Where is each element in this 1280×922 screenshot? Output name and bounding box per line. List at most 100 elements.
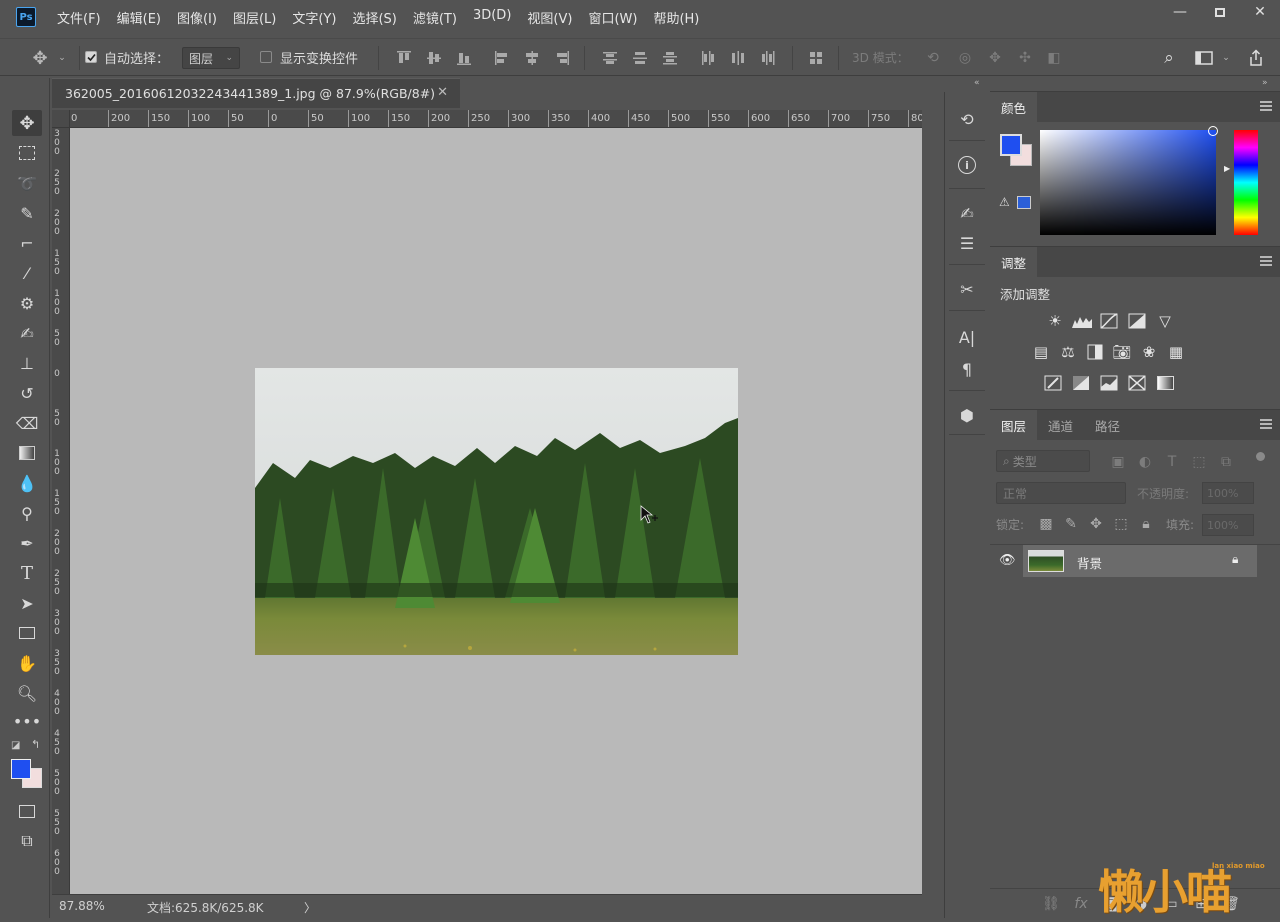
workspace-icon[interactable] (1193, 47, 1215, 69)
lock-position-icon[interactable]: ✥ (1086, 514, 1106, 534)
black-white-icon[interactable] (1084, 341, 1106, 363)
color-field[interactable] (1040, 130, 1216, 235)
channel-mixer-icon[interactable]: ❀ (1138, 341, 1160, 363)
menu-3d[interactable]: 3D(D) (473, 8, 511, 27)
layer-row-background[interactable]: 背景 🔒︎ (1023, 545, 1257, 577)
panel-menu-icon[interactable] (1260, 101, 1272, 111)
panel-menu-icon[interactable] (1260, 256, 1272, 266)
distribute-vertical-center-icon[interactable] (630, 48, 650, 68)
lock-artboard-icon[interactable]: ⬚ (1111, 514, 1131, 534)
character-panel-icon[interactable]: A| (953, 324, 981, 350)
menu-type[interactable]: 文字(Y) (292, 8, 336, 27)
distribute-top-icon[interactable] (600, 48, 620, 68)
filter-smart-object-icon[interactable]: ⧉ (1216, 452, 1236, 472)
vibrance-icon[interactable]: ▽ (1154, 310, 1176, 332)
lock-image-pixels-icon[interactable]: ✎ (1061, 514, 1081, 534)
filter-type-icon[interactable]: T (1162, 452, 1182, 472)
curves-icon[interactable] (1098, 310, 1120, 332)
tab-channels[interactable]: 通道 (1037, 410, 1084, 440)
panel-menu-icon[interactable] (1260, 419, 1272, 429)
eraser-tool[interactable]: ⌫ (12, 410, 42, 436)
document-tab[interactable]: 362005_20160612032243441389_1.jpg @ 87.9… (52, 78, 460, 108)
3d-slide-icon[interactable]: ✣ (1014, 48, 1036, 68)
quick-mask-button[interactable] (12, 798, 42, 824)
menu-layer[interactable]: 图层(L) (233, 8, 276, 27)
visibility-eye-icon[interactable]: 👁︎ (999, 553, 1016, 568)
eyedropper-tool[interactable]: ⁄ (12, 260, 42, 286)
zoom-level[interactable]: 87.88% (59, 899, 105, 913)
move-tool-preset-icon[interactable]: ✥ (28, 47, 52, 69)
restore-button[interactable] (1200, 0, 1240, 24)
menu-help[interactable]: 帮助(H) (653, 8, 699, 27)
3d-roll-icon[interactable]: ◎ (954, 48, 976, 68)
posterize-icon[interactable] (1070, 372, 1092, 394)
tab-color[interactable]: 颜色 (990, 92, 1038, 122)
default-colors-icon[interactable]: ◪ (11, 740, 20, 751)
hand-tool[interactable]: ✋ (12, 650, 42, 676)
menu-image[interactable]: 图像(I) (177, 8, 217, 27)
brightness-contrast-icon[interactable]: ☀ (1044, 310, 1066, 332)
exposure-icon[interactable] (1126, 310, 1148, 332)
pen-tool[interactable]: ✒ (12, 530, 42, 556)
blur-tool[interactable]: 💧 (12, 470, 42, 496)
filter-toggle[interactable] (1256, 452, 1265, 461)
screen-mode-button[interactable]: ⧉ (12, 828, 42, 854)
clone-stamp-tool[interactable]: ⊥ (12, 350, 42, 376)
filter-shape-icon[interactable]: ⬚ (1189, 452, 1209, 472)
quick-selection-tool[interactable]: ✎ (12, 200, 42, 226)
status-menu-arrow[interactable]: 〉 (304, 899, 316, 916)
history-brush-tool[interactable]: ↺ (12, 380, 42, 406)
close-button[interactable]: ✕ (1240, 0, 1280, 24)
swap-colors-icon[interactable]: ↰ (31, 738, 40, 751)
share-icon[interactable] (1245, 47, 1267, 69)
align-left-icon[interactable] (492, 48, 512, 68)
path-selection-tool[interactable]: ➤ (12, 590, 42, 616)
levels-icon[interactable] (1071, 310, 1093, 332)
panels-collapse-icon[interactable]: « (974, 78, 980, 88)
selective-color-icon[interactable] (1126, 372, 1148, 394)
ruler-origin[interactable] (52, 110, 70, 128)
menu-select[interactable]: 选择(S) (352, 8, 396, 27)
filter-adjustment-icon[interactable]: ◐ (1135, 452, 1155, 472)
type-tool[interactable]: T (12, 560, 42, 586)
search-icon[interactable]: ⌕ (1158, 47, 1180, 69)
3d-rotate-icon[interactable]: ⟲ (922, 48, 944, 68)
foreground-color-swatch[interactable] (11, 759, 31, 779)
menu-edit[interactable]: 编辑(E) (117, 8, 161, 27)
tab-paths[interactable]: 路径 (1084, 410, 1131, 440)
align-top-icon[interactable] (394, 48, 414, 68)
brush-tool[interactable]: ✍ (12, 320, 42, 346)
3d-scale-icon[interactable]: ◧ (1042, 48, 1066, 68)
color-foreground-swatch[interactable] (1000, 134, 1022, 156)
minimize-button[interactable]: — (1160, 0, 1200, 24)
menu-view[interactable]: 视图(V) (527, 8, 572, 27)
zoom-tool[interactable]: 🔍︎ (12, 680, 42, 706)
lock-all-icon[interactable]: 🔒︎ (1136, 514, 1156, 534)
panels-expand-icon[interactable]: » (1262, 78, 1268, 88)
tool-presets-icon[interactable]: ✂ (953, 276, 981, 302)
close-icon[interactable]: ✕ (437, 85, 448, 100)
brush-presets-icon[interactable]: ☰ (953, 230, 981, 256)
menu-file[interactable]: 文件(F) (57, 8, 101, 27)
hue-saturation-icon[interactable]: ▤ (1030, 341, 1052, 363)
hue-slider[interactable] (1234, 130, 1258, 235)
more-tools[interactable]: ••• (12, 708, 42, 734)
marquee-tool[interactable] (12, 140, 42, 166)
lock-icon[interactable]: 🔒︎ (1232, 552, 1238, 567)
align-bottom-icon[interactable] (454, 48, 474, 68)
rectangle-tool[interactable] (12, 620, 42, 646)
auto-select-checkbox[interactable] (85, 51, 97, 63)
tab-adjustments[interactable]: 调整 (990, 247, 1038, 277)
healing-brush-tool[interactable]: ⚙ (12, 290, 42, 316)
move-tool[interactable]: ✥ (12, 110, 42, 136)
blend-mode-dropdown[interactable]: 正常 (996, 482, 1126, 504)
lasso-tool[interactable]: ➰ (12, 170, 42, 196)
distribute-right-icon[interactable] (758, 48, 778, 68)
chevron-down-icon[interactable]: ⌄ (1220, 51, 1232, 65)
warning-icon[interactable]: ⚠ (999, 195, 1010, 209)
color-balance-icon[interactable]: ⚖ (1057, 341, 1079, 363)
fill-field[interactable]: 100% (1202, 514, 1254, 536)
show-transform-checkbox[interactable] (260, 51, 272, 63)
align-vertical-center-icon[interactable] (424, 48, 444, 68)
gradient-map-icon[interactable] (1154, 372, 1176, 394)
